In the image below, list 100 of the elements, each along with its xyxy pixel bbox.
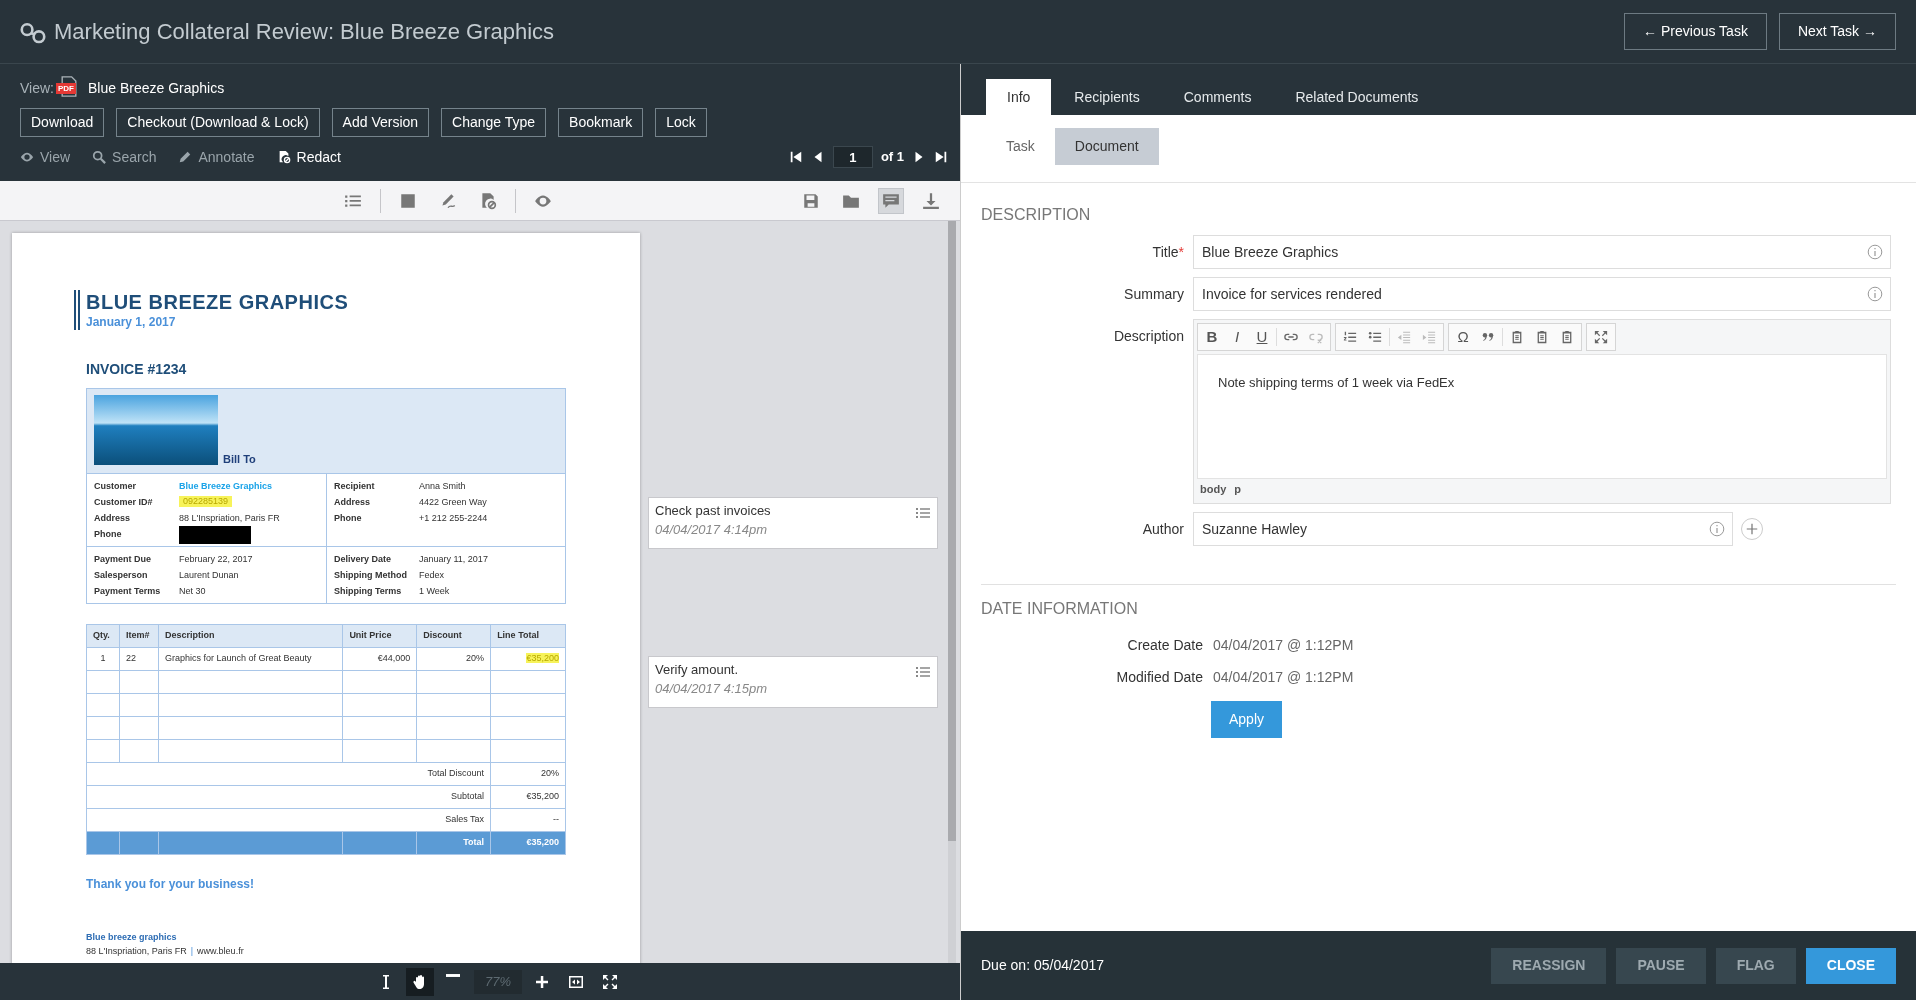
comment-card[interactable]: Verify amount. 04/04/2017 4:15pm	[648, 656, 938, 708]
element-path-item[interactable]: p	[1234, 481, 1241, 498]
highlighted-value: 092285139	[179, 496, 233, 507]
column-header: Discount	[416, 624, 491, 648]
field-value: +1 212 255-2244	[419, 512, 488, 525]
task-action-button[interactable]: REASSIGN	[1491, 947, 1607, 984]
invoice-number: INVOICE #1234	[86, 360, 188, 378]
text-field[interactable]: Suzanne Hawley	[1193, 512, 1733, 546]
field-label: Summary	[1123, 285, 1185, 304]
section-heading: DATE INFORMATION	[981, 599, 1139, 619]
last-page-icon[interactable]	[934, 149, 948, 165]
task-action-button[interactable]: FLAG	[1715, 947, 1796, 984]
field-label: Shipping Method	[334, 569, 408, 582]
info-icon[interactable]	[1867, 244, 1883, 260]
table-cell: Graphics for Launch of Great Beauty	[158, 647, 343, 671]
field-value: January 11, 2017	[419, 553, 488, 566]
table-cell: 22	[119, 647, 159, 671]
document-action-button[interactable]: Download	[20, 108, 105, 137]
element-path-item[interactable]: body	[1200, 481, 1227, 498]
comment-icon	[882, 191, 900, 210]
footer-address: 88 L'Inspriation, Paris FR	[86, 945, 187, 956]
field-label: Recipient	[334, 480, 376, 493]
info-icon[interactable]	[1709, 521, 1725, 537]
info-icon[interactable]	[1867, 286, 1883, 302]
fit-width-icon	[568, 973, 584, 990]
viewer-mode-tab[interactable]: View	[20, 146, 71, 168]
view-label: View:	[20, 78, 54, 98]
sub-tab[interactable]: Task	[986, 128, 1055, 165]
special-character-button[interactable]: Ω	[1452, 326, 1474, 348]
viewer-mode-tab[interactable]: Redact	[276, 146, 341, 168]
field-label: Description	[1112, 327, 1185, 346]
panel-tab[interactable]: Recipients	[1053, 79, 1161, 115]
field-label: Customer	[94, 480, 137, 493]
viewer-tool-button[interactable]	[406, 967, 434, 996]
format-button[interactable]: U	[1251, 326, 1273, 348]
file-type-badge: PDF	[56, 83, 76, 94]
document-icon	[60, 76, 78, 99]
viewer-mode-tab[interactable]: Search	[92, 146, 157, 168]
field-value: Blue Breeze Graphics	[179, 480, 273, 493]
zoom-in-icon	[534, 973, 550, 990]
add-button[interactable]	[1741, 518, 1763, 540]
task-action-button[interactable]: PAUSE	[1616, 947, 1706, 984]
footer-company: Blue breeze graphics	[86, 931, 178, 944]
field-label: Customer ID#	[94, 496, 154, 509]
field-label: Author	[1141, 520, 1185, 539]
first-page-icon[interactable]	[788, 149, 803, 165]
column-header: Unit Price	[342, 624, 417, 648]
total-label: Sales Tax	[86, 808, 491, 832]
field-value: Fedex	[419, 569, 444, 582]
document-action-button[interactable]: Add Version	[331, 108, 430, 137]
text-field[interactable]: Blue Breeze Graphics	[1193, 235, 1891, 269]
format-button[interactable]: B	[1201, 326, 1223, 348]
task-nav-button[interactable]: ← Previous Task	[1624, 13, 1767, 50]
scrollbar[interactable]	[948, 221, 956, 963]
field-label: Address	[94, 512, 131, 525]
toolbar-button[interactable]	[878, 187, 904, 214]
field-label: Create Date	[1126, 636, 1204, 655]
comment-card[interactable]: Check past invoices 04/04/2017 4:14pm	[648, 497, 938, 549]
field-value: Net 30	[179, 585, 206, 598]
page-input[interactable]: 1	[832, 146, 873, 168]
column-header: Qty.	[86, 624, 120, 648]
redact-icon	[479, 191, 497, 210]
panel-tab[interactable]: Comments	[1162, 79, 1273, 115]
field-label: Phone	[334, 512, 363, 525]
section-heading: DESCRIPTION	[981, 205, 1092, 225]
format-button[interactable]: I	[1226, 326, 1248, 348]
menu-icon[interactable]	[915, 505, 931, 521]
company-name: BLUE BREEZE GRAPHICS	[86, 290, 350, 314]
table-cell: 1	[86, 647, 120, 671]
download-icon	[922, 191, 940, 210]
total-value: 20%	[490, 762, 566, 786]
text-field[interactable]: Invoice for services rendered	[1193, 277, 1891, 311]
invoice-date: January 1, 2017	[86, 314, 177, 330]
document-action-button[interactable]: Change Type	[441, 108, 547, 137]
menu-icon[interactable]	[915, 664, 931, 680]
redaction-block	[179, 526, 251, 544]
panel-tab[interactable]: Related Documents	[1274, 79, 1440, 115]
field-value: 4422 Green Way	[419, 496, 487, 509]
field-value: Anna Smith	[419, 480, 466, 493]
plus-icon	[1745, 522, 1759, 536]
scrollbar-thumb[interactable]	[948, 221, 956, 841]
window-title: Marketing Collateral Review: Blue Breeze Graphics	[54, 18, 555, 46]
column-header: Line Total	[490, 624, 566, 648]
comment-time: 04/04/2017 4:15pm	[655, 680, 768, 698]
file-name: Blue Breeze Graphics	[88, 78, 225, 98]
pencil-icon	[178, 150, 193, 164]
field-label: Title*	[1151, 243, 1185, 262]
total-value: --	[490, 808, 566, 832]
panel-tab[interactable]: Info	[986, 79, 1052, 115]
editor-text[interactable]: Note shipping terms of 1 week via FedEx	[1197, 354, 1887, 479]
fullscreen-icon	[602, 973, 618, 990]
search-icon	[92, 150, 107, 164]
document-action-button[interactable]: Bookmark	[558, 108, 644, 137]
viewer-mode-tab[interactable]: Annotate	[178, 146, 255, 168]
column-header: Item#	[119, 624, 159, 648]
sub-tab[interactable]: Document	[1054, 128, 1159, 165]
document-action-button[interactable]: Checkout (Download & Lock)	[116, 108, 320, 137]
footer-separator: |	[190, 945, 194, 956]
task-nav-button[interactable]: Next Task →	[1778, 13, 1896, 50]
document-action-button[interactable]: Lock	[655, 108, 707, 137]
